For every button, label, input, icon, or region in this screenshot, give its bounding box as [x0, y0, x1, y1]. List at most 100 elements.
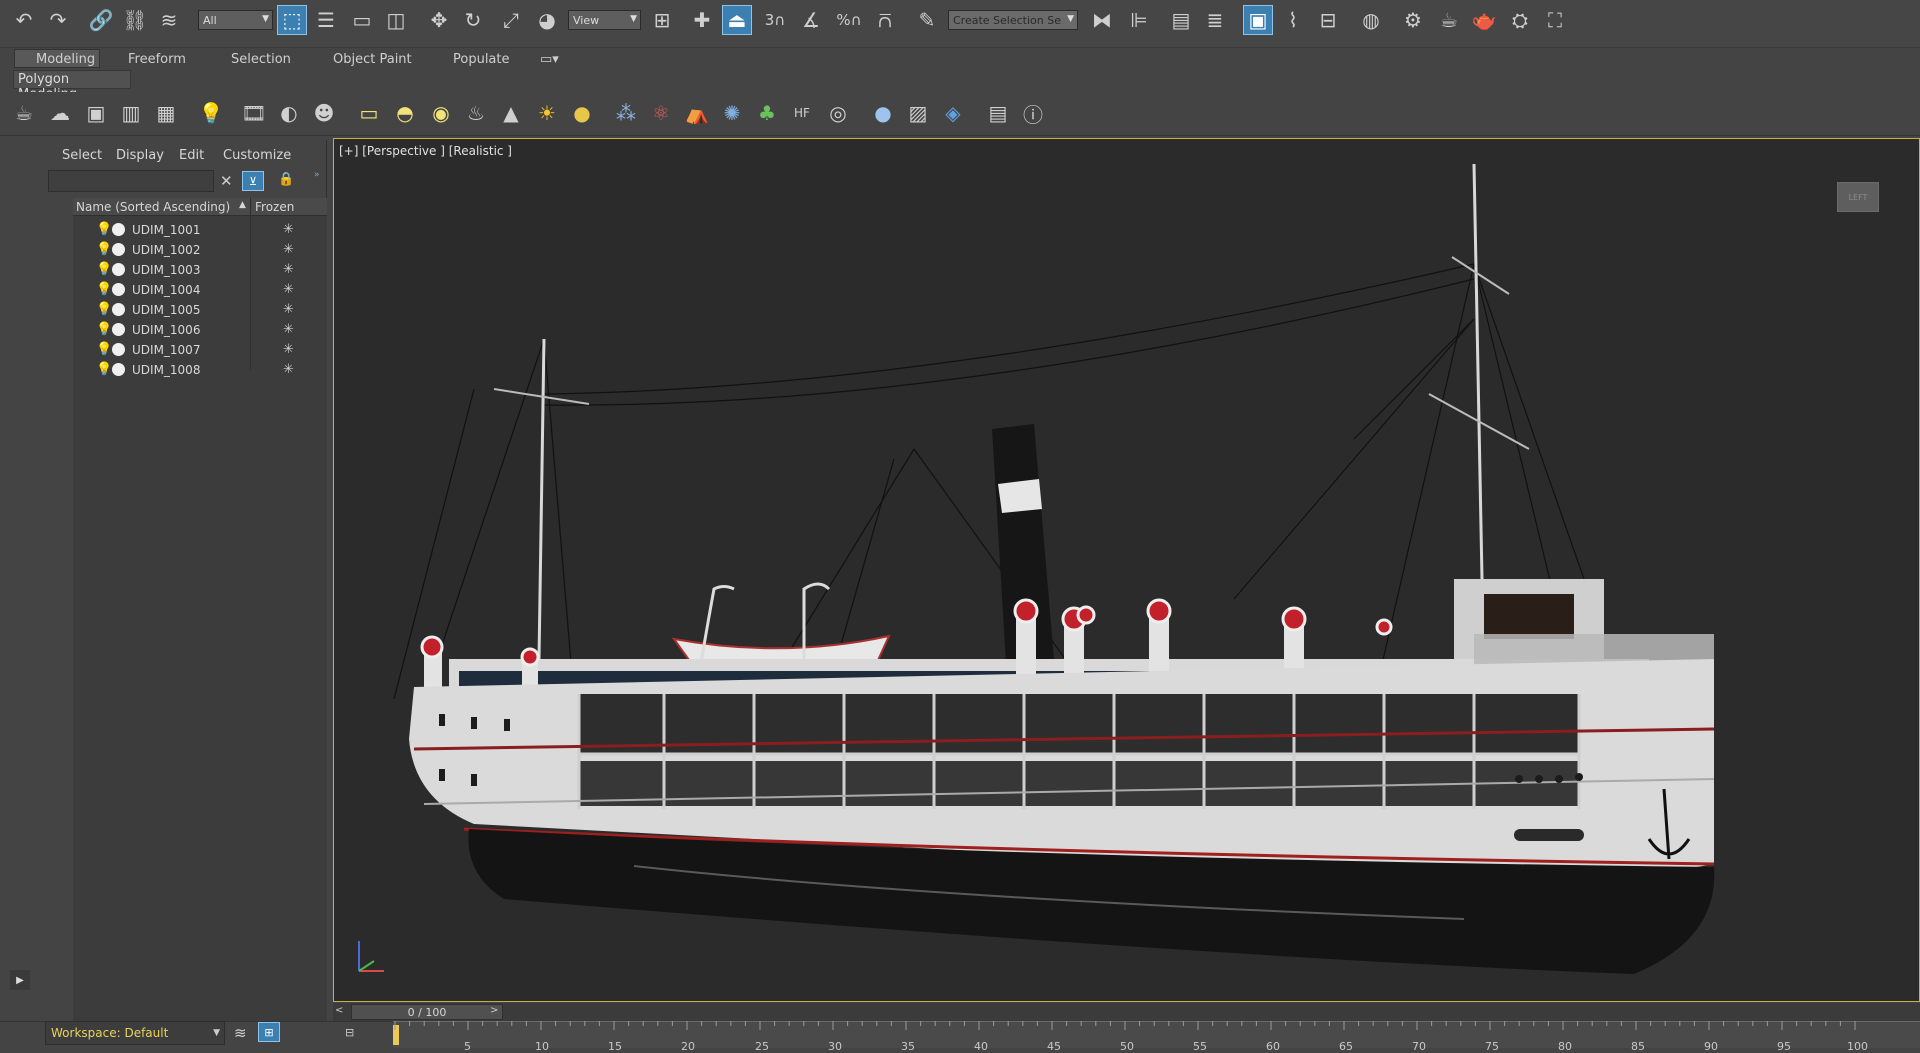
scale-icon[interactable]: ⤢ [496, 5, 526, 35]
light-bulb-icon[interactable]: 💡 [96, 282, 112, 297]
notes-icon[interactable]: ▥ [115, 97, 147, 129]
tab-selection[interactable]: Selection [231, 49, 291, 69]
place-icon[interactable]: ◕ [532, 5, 562, 35]
percent-snap-icon[interactable]: % ∩ [834, 5, 864, 35]
select-by-name-icon[interactable]: ☰ [311, 5, 341, 35]
select-object-icon[interactable]: ⬚ [277, 5, 307, 35]
render-online-icon[interactable]: ⛶ [1540, 5, 1570, 35]
sphere-icon[interactable]: ◉ [425, 97, 457, 129]
cone-icon[interactable]: ▲ [495, 97, 527, 129]
timeline[interactable] [393, 1021, 1920, 1048]
render-setup-icon[interactable]: ⚙ [1398, 5, 1428, 35]
align-icon[interactable]: ⊫ [1124, 5, 1154, 35]
box-icon[interactable]: ▭ [353, 97, 385, 129]
frozen-toggle-icon[interactable]: ✳ [283, 342, 294, 357]
render-iterative-icon[interactable]: ⛭ [1505, 5, 1535, 35]
tab-freeform[interactable]: Freeform [128, 49, 186, 69]
selection-filter-dropdown[interactable]: All ▼ [198, 10, 273, 30]
explorer-pin-icon[interactable]: » [314, 170, 320, 180]
keyboard-shortcut-override-icon[interactable]: ⏏ [722, 5, 752, 35]
material-map-icon[interactable]: ▨ [902, 97, 934, 129]
list-item[interactable]: 💡 UDIM_1002 ✳ [73, 240, 324, 259]
tab-populate[interactable]: Populate [453, 49, 510, 69]
mirror-icon[interactable]: ⧓ [1087, 5, 1117, 35]
material-ball-icon[interactable]: ● [867, 97, 899, 129]
light-bulb-icon[interactable]: 💡 [96, 222, 112, 237]
angle-snap-icon[interactable]: ∡ [796, 5, 826, 35]
list-item[interactable]: 💡 UDIM_1006 ✳ [73, 320, 324, 339]
tent-icon[interactable]: ⛺ [681, 97, 713, 129]
clear-search-icon[interactable]: ✕ [220, 172, 233, 190]
toggle-ribbon-icon[interactable]: ▣ [1243, 5, 1273, 35]
particle-grid-icon[interactable]: ⁂ [610, 97, 642, 129]
explorer-search-input[interactable] [48, 170, 214, 192]
teapot-icon[interactable]: ☕ [8, 97, 40, 129]
sun-icon[interactable]: ☀ [531, 97, 563, 129]
rectangular-selection-icon[interactable]: ▭ [347, 5, 377, 35]
mini-listener-icon[interactable]: ⊟ [345, 1026, 365, 1040]
viewport-label[interactable]: [+] [Perspective ] [Realistic ] [339, 144, 512, 158]
render-production-icon[interactable]: 🫖 [1469, 5, 1499, 35]
render-image-icon[interactable]: ▣ [80, 97, 112, 129]
edit-named-selection-icon[interactable]: ✎ [912, 5, 942, 35]
redo-icon[interactable]: ↷ [43, 5, 73, 35]
column-frozen-header[interactable]: Frozen [255, 200, 294, 214]
light-bulb-icon[interactable]: 💡 [96, 242, 112, 257]
explorer-menu-select[interactable]: Select [62, 148, 102, 163]
window-crossing-icon[interactable]: ◫ [381, 5, 411, 35]
reference-coordinate-dropdown[interactable]: View ▼ [568, 10, 641, 30]
link-icon[interactable]: 🔗 [86, 5, 116, 35]
render-spheres-icon[interactable]: ◈ [937, 97, 969, 129]
tab-object-paint[interactable]: Object Paint [333, 49, 412, 69]
grid-table-icon[interactable]: ▦ [150, 97, 182, 129]
time-slider-thumb[interactable]: 0 / 100 [351, 1004, 503, 1020]
schematic-view-icon[interactable]: ⊟ [1313, 5, 1343, 35]
character-icon[interactable]: ☻ [308, 97, 340, 129]
light-bulb-icon[interactable]: 💡 [96, 262, 112, 277]
move-icon[interactable]: ✥ [424, 5, 454, 35]
unlink-icon[interactable]: ⛓ [120, 5, 150, 35]
viewcube[interactable]: LEFT [1837, 182, 1879, 212]
help-icon[interactable]: ⓘ [1017, 97, 1049, 129]
gear-blue-icon[interactable]: ✺ [716, 97, 748, 129]
perspective-viewport[interactable]: [+] [Perspective ] [Realistic ] LEFT [333, 138, 1920, 1002]
spinner-snap-icon[interactable]: ⩃ [870, 5, 900, 35]
scene-explorer-toggle-icon[interactable]: ≣ [1200, 5, 1230, 35]
frozen-toggle-icon[interactable]: ✳ [283, 322, 294, 337]
polygon-modeling-panel[interactable]: Polygon Modeling [13, 70, 131, 102]
explorer-menu-display[interactable]: Display [116, 148, 164, 163]
layer-manager-icon[interactable]: ▤ [1166, 5, 1196, 35]
time-slider-next-icon[interactable]: > [490, 1005, 504, 1019]
time-slider-prev-icon[interactable]: < [335, 1005, 349, 1019]
shell-icon[interactable]: ◎ [822, 97, 854, 129]
light-bulb-icon[interactable]: 💡 [96, 322, 112, 337]
cloud-icon[interactable]: ☁ [44, 97, 76, 129]
bind-spacewarp-icon[interactable]: ≋ [154, 5, 184, 35]
light-bulb-icon[interactable]: 💡 [96, 302, 112, 317]
workspace-dropdown[interactable]: Workspace: Default ▼ [45, 1021, 225, 1045]
half-circle-icon[interactable]: ◐ [273, 97, 305, 129]
lock-icon[interactable]: 🔒 [278, 172, 294, 187]
named-selection-dropdown[interactable]: Create Selection Se ▼ [948, 10, 1078, 30]
settings-panel-icon[interactable]: ▤ [982, 97, 1014, 129]
expand-panel-icon[interactable]: ▶ [10, 970, 30, 990]
layers-icon[interactable]: ≋ [234, 1024, 247, 1042]
list-item[interactable]: 💡 UDIM_1004 ✳ [73, 280, 324, 299]
frozen-toggle-icon[interactable]: ✳ [283, 242, 294, 257]
frozen-toggle-icon[interactable]: ✳ [283, 262, 294, 277]
column-name-header[interactable]: Name (Sorted Ascending) [76, 200, 230, 214]
undo-icon[interactable]: ↶ [9, 5, 39, 35]
snap-toggle-icon[interactable]: 3 ∩ [760, 5, 790, 35]
time-slider[interactable]: < 0 / 100 > [333, 1003, 1920, 1021]
hf-icon[interactable]: HF [786, 97, 818, 129]
teapot-primitive-icon[interactable]: ♨ [460, 97, 492, 129]
frozen-toggle-icon[interactable]: ✳ [283, 222, 294, 237]
list-item[interactable]: 💡 UDIM_1005 ✳ [73, 300, 324, 319]
frozen-toggle-icon[interactable]: ✳ [283, 362, 294, 377]
list-item[interactable]: 💡 UDIM_1008 ✳ [73, 360, 324, 379]
frozen-toggle-icon[interactable]: ✳ [283, 282, 294, 297]
hierarchy-icon[interactable]: ⊞ [258, 1022, 280, 1042]
list-item[interactable]: 💡 UDIM_1003 ✳ [73, 260, 324, 279]
dome-icon[interactable]: ◓ [389, 97, 421, 129]
light-bulb-list-icon[interactable]: 💡 [195, 97, 227, 129]
